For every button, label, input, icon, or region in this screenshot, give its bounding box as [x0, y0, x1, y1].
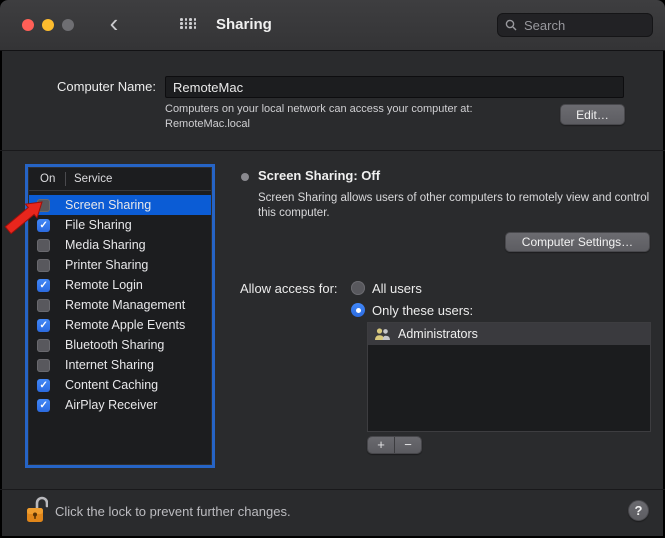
allow-access-label: Allow access for: [240, 281, 338, 296]
checkbox-printer-sharing[interactable] [37, 259, 50, 272]
service-row-airplay-receiver[interactable]: AirPlay Receiver [29, 395, 211, 415]
service-label: File Sharing [65, 218, 132, 232]
search-icon [505, 19, 517, 31]
computer-name-label: Computer Name: [57, 79, 156, 94]
service-label: Screen Sharing [65, 198, 151, 212]
service-label: Printer Sharing [65, 258, 148, 272]
titlebar: ‹ Sharing [0, 0, 665, 51]
service-row-remote-apple-events[interactable]: Remote Apple Events [29, 315, 211, 335]
service-label: Internet Sharing [65, 358, 154, 372]
checkbox-remote-login[interactable] [37, 279, 50, 292]
service-row-printer-sharing[interactable]: Printer Sharing [29, 255, 211, 275]
radio-only-these-users-label: Only these users: [372, 303, 473, 318]
footer-divider [0, 489, 665, 490]
allowed-users-list: Administrators [367, 322, 651, 432]
remove-user-button[interactable]: − [394, 437, 421, 453]
annotation-arrow-icon [0, 194, 46, 246]
checkbox-content-caching[interactable] [37, 379, 50, 392]
section-divider [0, 150, 665, 151]
services-rows: Screen Sharing File Sharing Media Sharin… [29, 191, 211, 415]
services-table: On Service Screen Sharing File Sharing M… [28, 167, 212, 465]
service-label: Remote Management [65, 298, 185, 312]
status-title: Screen Sharing: Off [258, 168, 380, 183]
service-label: AirPlay Receiver [65, 398, 157, 412]
back-chevron-icon[interactable]: ‹ [102, 8, 126, 40]
service-label: Media Sharing [65, 238, 146, 252]
checkbox-airplay-receiver[interactable] [37, 399, 50, 412]
page-title: Sharing [216, 16, 272, 33]
radio-all-users-label: All users [372, 281, 422, 296]
computer-name-field[interactable] [165, 76, 624, 98]
service-row-remote-management[interactable]: Remote Management [29, 295, 211, 315]
sharing-preferences-window: ‹ Sharing Computer Name: Computers on yo… [0, 0, 665, 538]
close-window-button[interactable] [22, 19, 34, 31]
search-field[interactable] [497, 13, 653, 37]
service-row-media-sharing[interactable]: Media Sharing [29, 235, 211, 255]
status-indicator-dot [241, 173, 249, 181]
service-label: Content Caching [65, 378, 158, 392]
service-row-file-sharing[interactable]: File Sharing [29, 215, 211, 235]
checkbox-internet-sharing[interactable] [37, 359, 50, 372]
radio-only-these-users[interactable] [351, 303, 365, 317]
checkbox-remote-management[interactable] [37, 299, 50, 312]
checkbox-remote-apple-events[interactable] [37, 319, 50, 332]
lock-message: Click the lock to prevent further change… [55, 504, 291, 519]
service-row-bluetooth-sharing[interactable]: Bluetooth Sharing [29, 335, 211, 355]
computer-settings-button[interactable]: Computer Settings… [505, 232, 650, 252]
user-name: Administrators [398, 327, 478, 341]
column-divider [65, 172, 66, 186]
show-all-grid-icon[interactable] [180, 18, 197, 29]
help-button[interactable]: ? [628, 500, 649, 521]
user-row-administrators[interactable]: Administrators [368, 323, 650, 345]
service-label: Remote Apple Events [65, 318, 185, 332]
service-label: Remote Login [65, 278, 143, 292]
service-row-screen-sharing[interactable]: Screen Sharing [29, 195, 211, 215]
computer-name-description: Computers on your local network can acce… [165, 103, 473, 115]
screen-sharing-description: Screen Sharing allows users of other com… [258, 191, 656, 221]
add-user-button[interactable]: + [368, 437, 394, 453]
unlocked-padlock-icon[interactable] [26, 495, 48, 525]
search-input[interactable] [522, 17, 645, 34]
computer-hostname: RemoteMac.local [165, 118, 250, 130]
service-row-remote-login[interactable]: Remote Login [29, 275, 211, 295]
add-remove-user-controls: + − [367, 436, 422, 454]
checkbox-bluetooth-sharing[interactable] [37, 339, 50, 352]
column-header-service: Service [74, 173, 112, 185]
minimize-window-button[interactable] [42, 19, 54, 31]
service-row-internet-sharing[interactable]: Internet Sharing [29, 355, 211, 375]
group-users-icon [374, 327, 391, 341]
edit-button[interactable]: Edit… [560, 104, 625, 125]
radio-all-users[interactable] [351, 281, 365, 295]
zoom-window-button-disabled [62, 19, 74, 31]
service-label: Bluetooth Sharing [65, 338, 164, 352]
services-table-header: On Service [29, 168, 211, 191]
column-header-on: On [40, 173, 55, 185]
service-row-content-caching[interactable]: Content Caching [29, 375, 211, 395]
